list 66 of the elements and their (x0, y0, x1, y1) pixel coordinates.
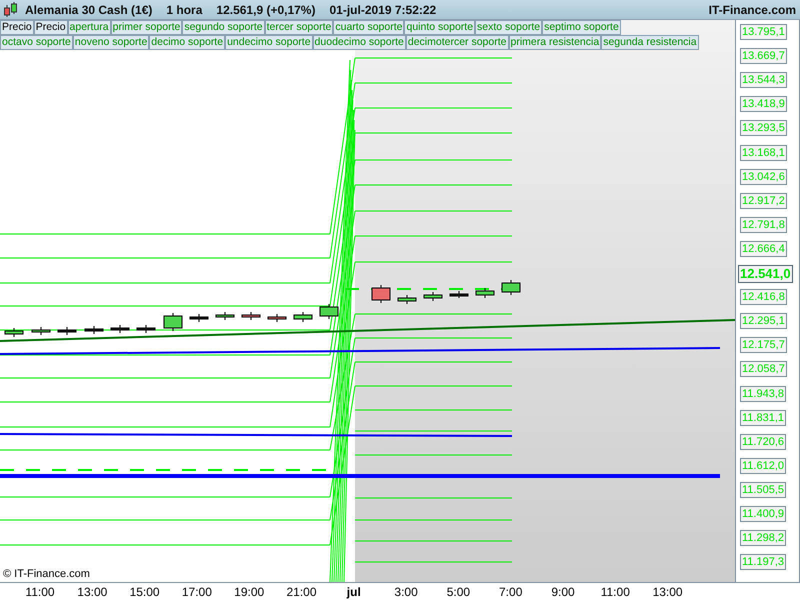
candle (164, 312, 182, 332)
price-label: 12.416,8 (740, 289, 787, 306)
legend-item[interactable]: septimo soporte (542, 20, 621, 35)
price-label: 11.400,9 (740, 506, 786, 522)
legend-item[interactable]: duodecimo soporte (312, 35, 406, 50)
legend-item[interactable]: tercer soporte (264, 20, 334, 35)
time-label: 11:00 (25, 585, 55, 599)
price-label: 12.791,8 (740, 216, 787, 233)
date-time: 01-jul-2019 7:52:22 (329, 2, 436, 16)
instrument-title: Alemania 30 Cash (1€) (25, 2, 152, 16)
price-change: 12.561,9 (+0,17%) (216, 2, 316, 16)
legend-item[interactable]: primer soporte (110, 20, 182, 35)
price-label: 11.831,1 (740, 410, 786, 426)
interval-label: 1 hora (166, 2, 202, 16)
legend-item[interactable]: cuarto soporte (333, 20, 404, 35)
price-label: 12.541,0 (738, 265, 793, 283)
price-label: 11.943,8 (740, 386, 786, 402)
legend-item[interactable]: apertura (68, 20, 111, 35)
candle (476, 288, 494, 298)
price-label: 12.175,7 (740, 337, 787, 354)
legend-item[interactable]: decimo soporte (149, 35, 226, 50)
price-label: 11.612,0 (740, 458, 786, 474)
price-label: 11.197,3 (740, 554, 786, 570)
legend-item[interactable]: decimotercer soporte (406, 35, 508, 50)
legend-item[interactable]: segunda resistencia (601, 35, 699, 50)
legend-item[interactable]: Precio (0, 20, 34, 35)
candlestick-icon (3, 2, 19, 18)
price-label: 13.418,9 (740, 96, 787, 112)
time-label: 5:00 (446, 585, 470, 599)
price-label: 13.168,1 (740, 144, 787, 160)
legend-item[interactable]: primera resistencia (508, 35, 602, 50)
brand-label: IT-Finance.com (708, 2, 796, 16)
price-label: 11.505,5 (740, 482, 786, 498)
price-label: 12.295,1 (740, 313, 787, 330)
price-label: 13.795,1 (740, 24, 787, 40)
time-label: 3:00 (394, 585, 418, 599)
time-label: 9:00 (551, 585, 575, 599)
time-label: 7:00 (499, 585, 522, 599)
time-label: 11:00 (600, 585, 630, 599)
legend-item[interactable]: octavo soporte (0, 35, 73, 50)
price-label: 13.544,3 (740, 72, 787, 88)
candle (502, 280, 520, 296)
price-label: 13.669,7 (740, 48, 787, 64)
legend-item[interactable]: sexto soporte (475, 20, 542, 35)
price-label: 11.720,6 (740, 434, 786, 450)
legend-item[interactable]: Precio (34, 20, 68, 35)
time-label: 19:00 (234, 585, 264, 599)
time-label: 13:00 (652, 585, 683, 599)
price-label: 12.917,2 (740, 192, 787, 209)
price-label: 12.666,4 (740, 240, 787, 257)
time-label: 21:00 (286, 585, 317, 599)
copyright-label: © IT-Finance.com (3, 568, 90, 580)
price-label: 13.293,5 (740, 120, 787, 136)
candle (320, 304, 338, 320)
time-label: 17:00 (182, 585, 212, 599)
legend-item[interactable]: undecimo soporte (225, 35, 313, 50)
price-label: 11.298,2 (740, 530, 786, 546)
price-label: 12.058,7 (740, 361, 787, 378)
time-label: 15:00 (130, 585, 160, 599)
candle (372, 284, 390, 304)
legend-item[interactable]: noveno soporte (72, 35, 150, 50)
time-label: jul (346, 585, 361, 599)
price-label: 13.042,6 (740, 168, 787, 185)
legend-item[interactable]: segundo soporte (182, 20, 265, 35)
time-label: 13:00 (77, 585, 108, 599)
legend-item[interactable]: quinto soporte (404, 20, 476, 35)
